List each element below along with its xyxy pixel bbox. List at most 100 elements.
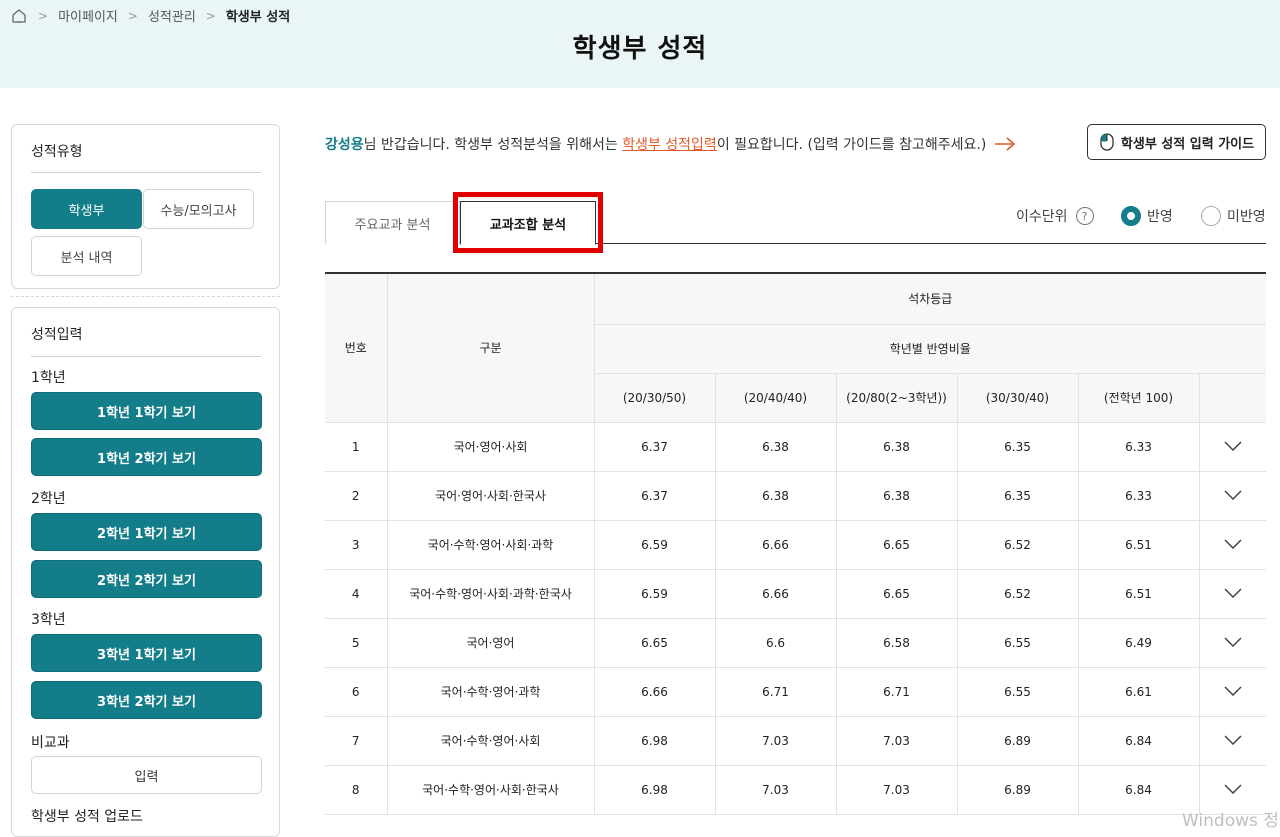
home-icon[interactable] xyxy=(10,7,28,25)
score-type-title: 성적유형 xyxy=(31,144,83,160)
mouse-icon xyxy=(1100,133,1114,151)
row-grade-value: 6.61 xyxy=(1077,667,1199,717)
breadcrumb-item[interactable]: 마이페이지 xyxy=(58,6,118,25)
row-grade-value: 6.38 xyxy=(714,422,836,472)
tab-subject-combination-analysis[interactable]: 교과조합 분석 xyxy=(460,201,596,245)
grade-1-sem-1-button[interactable]: 1학년 1학기 보기 xyxy=(31,392,262,430)
row-grade-value: 6.49 xyxy=(1077,618,1199,668)
header-ratio: (전학년 100) xyxy=(1077,372,1200,423)
sidebar-divider xyxy=(11,296,280,297)
row-grade-value: 6.33 xyxy=(1077,422,1199,472)
row-grade-value: 6.33 xyxy=(1077,471,1199,521)
page-title: 학생부 성적 xyxy=(572,34,708,64)
input-guide-label: 학생부 성적 입력 가이드 xyxy=(1120,136,1255,152)
header-ratio: (20/80(2~3학년)) xyxy=(835,372,958,423)
row-grade-value: 6.98 xyxy=(593,716,715,766)
nonsubject-input-button[interactable]: 입력 xyxy=(31,756,262,794)
header-ratio: (20/30/50) xyxy=(594,372,716,423)
user-name: 강성용 xyxy=(325,137,364,153)
chevron-down-icon[interactable] xyxy=(1224,440,1242,451)
row-grade-value: 6.38 xyxy=(835,471,957,521)
type-button-school-record[interactable]: 학생부 xyxy=(31,189,142,229)
expand-cell[interactable] xyxy=(1198,471,1266,521)
row-grade-value: 6.51 xyxy=(1077,520,1199,570)
row-grade-value: 6.58 xyxy=(835,618,957,668)
header-rank-grade: 석차등급 xyxy=(593,272,1266,325)
row-grade-value: 6.55 xyxy=(956,667,1078,717)
chevron-down-icon[interactable] xyxy=(1224,734,1242,745)
breadcrumb-separator: > xyxy=(127,8,138,23)
arrow-right-icon[interactable] xyxy=(994,137,1016,151)
page-header: > 마이페이지 > 성적관리 > 학생부 성적 학생부 성적 xyxy=(0,0,1280,88)
welcome-text-2: 이 필요합니다. (입력 가이드를 참고해주세요.) xyxy=(716,137,987,153)
welcome-text: 님 반갑습니다. 학생부 성적분석을 위해서는 xyxy=(363,137,623,153)
row-category: 국어·수학·영어·사회 xyxy=(386,716,594,766)
row-grade-value: 6.65 xyxy=(835,569,957,619)
row-grade-value: 6.52 xyxy=(956,520,1078,570)
upload-label: 학생부 성적 업로드 xyxy=(31,809,143,825)
grade-1-sem-2-button[interactable]: 1학년 2학기 보기 xyxy=(31,438,262,476)
row-number: 6 xyxy=(325,667,387,717)
breadcrumb-item[interactable]: 성적관리 xyxy=(148,6,196,25)
radio-not-apply[interactable]: 미반영 xyxy=(1201,206,1266,226)
chevron-down-icon[interactable] xyxy=(1224,489,1242,500)
row-grade-value: 6.35 xyxy=(956,422,1078,472)
type-button-mock-exam[interactable]: 수능/모의고사 xyxy=(143,189,254,229)
expand-cell[interactable] xyxy=(1198,618,1266,668)
table-body: 1 국어·영어·사회 6.37 6.38 6.38 6.35 6.33 2 국어·영어·사회·한… xyxy=(325,422,1266,815)
header-category: 구분 xyxy=(386,272,595,423)
table-row: 6 국어·수학·영어·과학 6.66 6.71 6.71 6.55 6.61 xyxy=(325,667,1266,717)
header-ratio: (20/40/40) xyxy=(714,372,837,423)
chevron-down-icon[interactable] xyxy=(1224,783,1242,794)
table-row: 4 국어·수학·영어·사회·과학·한국사 6.59 6.66 6.65 6.52 6.51 xyxy=(325,569,1266,619)
expand-cell[interactable] xyxy=(1198,667,1266,717)
tab-main-subject-analysis[interactable]: 주요교과 분석 xyxy=(325,201,460,244)
row-grade-value: 6.35 xyxy=(956,471,1078,521)
chevron-down-icon[interactable] xyxy=(1224,636,1242,647)
row-grade-value: 6.98 xyxy=(593,765,715,815)
nonsubject-label: 비교과 xyxy=(31,735,70,751)
chevron-down-icon[interactable] xyxy=(1224,685,1242,696)
help-icon[interactable]: ? xyxy=(1075,207,1094,225)
panel-divider xyxy=(31,172,261,173)
row-number: 7 xyxy=(325,716,387,766)
row-grade-value: 7.03 xyxy=(835,765,957,815)
input-guide-button[interactable]: 학생부 성적 입력 가이드 xyxy=(1087,124,1266,160)
radio-off-icon[interactable] xyxy=(1201,206,1221,226)
expand-cell[interactable] xyxy=(1198,716,1266,766)
grade-2-sem-1-button[interactable]: 2학년 1학기 보기 xyxy=(31,513,262,551)
chevron-down-icon[interactable] xyxy=(1224,587,1242,598)
row-category: 국어·수학·영어·사회·과학 xyxy=(386,520,594,570)
row-grade-value: 6.59 xyxy=(593,569,715,619)
row-grade-value: 6.38 xyxy=(714,471,836,521)
row-grade-value: 6.89 xyxy=(956,765,1078,815)
row-category: 국어·수학·영어·사회·한국사 xyxy=(386,765,594,815)
radio-on-icon[interactable] xyxy=(1121,206,1141,226)
grade-3-sem-1-button[interactable]: 3학년 1학기 보기 xyxy=(31,634,262,672)
row-category: 국어·수학·영어·사회·과학·한국사 xyxy=(386,569,594,619)
radio-apply[interactable]: 반영 xyxy=(1121,206,1173,226)
grade-1-label: 1학년 xyxy=(31,370,66,386)
row-grade-value: 6.55 xyxy=(956,618,1078,668)
grade-2-sem-2-button[interactable]: 2학년 2학기 보기 xyxy=(31,560,262,598)
expand-cell[interactable] xyxy=(1198,422,1266,472)
row-grade-value: 7.03 xyxy=(835,716,957,766)
type-button-analysis-history[interactable]: 분석 내역 xyxy=(31,236,142,276)
expand-cell[interactable] xyxy=(1198,569,1266,619)
row-grade-value: 6.84 xyxy=(1077,716,1199,766)
row-grade-value: 6.66 xyxy=(714,569,836,619)
row-grade-value: 6.59 xyxy=(593,520,715,570)
panel-divider xyxy=(31,356,261,357)
table-row: 8 국어·수학·영어·사회·한국사 6.98 7.03 7.03 6.89 6.84 xyxy=(325,765,1266,815)
row-number: 8 xyxy=(325,765,387,815)
chevron-down-icon[interactable] xyxy=(1224,538,1242,549)
welcome-message: 강성용 님 반갑습니다. 학생부 성적분석을 위해서는 학생부 성적입력 이 필… xyxy=(325,134,1016,154)
row-category: 국어·영어·사회·한국사 xyxy=(386,471,594,521)
breadcrumb: > 마이페이지 > 성적관리 > 학생부 성적 xyxy=(10,6,290,25)
expand-cell[interactable] xyxy=(1198,520,1266,570)
row-grade-value: 6.6 xyxy=(714,618,836,668)
score-input-link[interactable]: 학생부 성적입력 xyxy=(622,134,717,154)
breadcrumb-separator: > xyxy=(205,8,216,23)
radio-apply-label: 반영 xyxy=(1147,209,1173,225)
grade-3-sem-2-button[interactable]: 3학년 2학기 보기 xyxy=(31,681,262,719)
